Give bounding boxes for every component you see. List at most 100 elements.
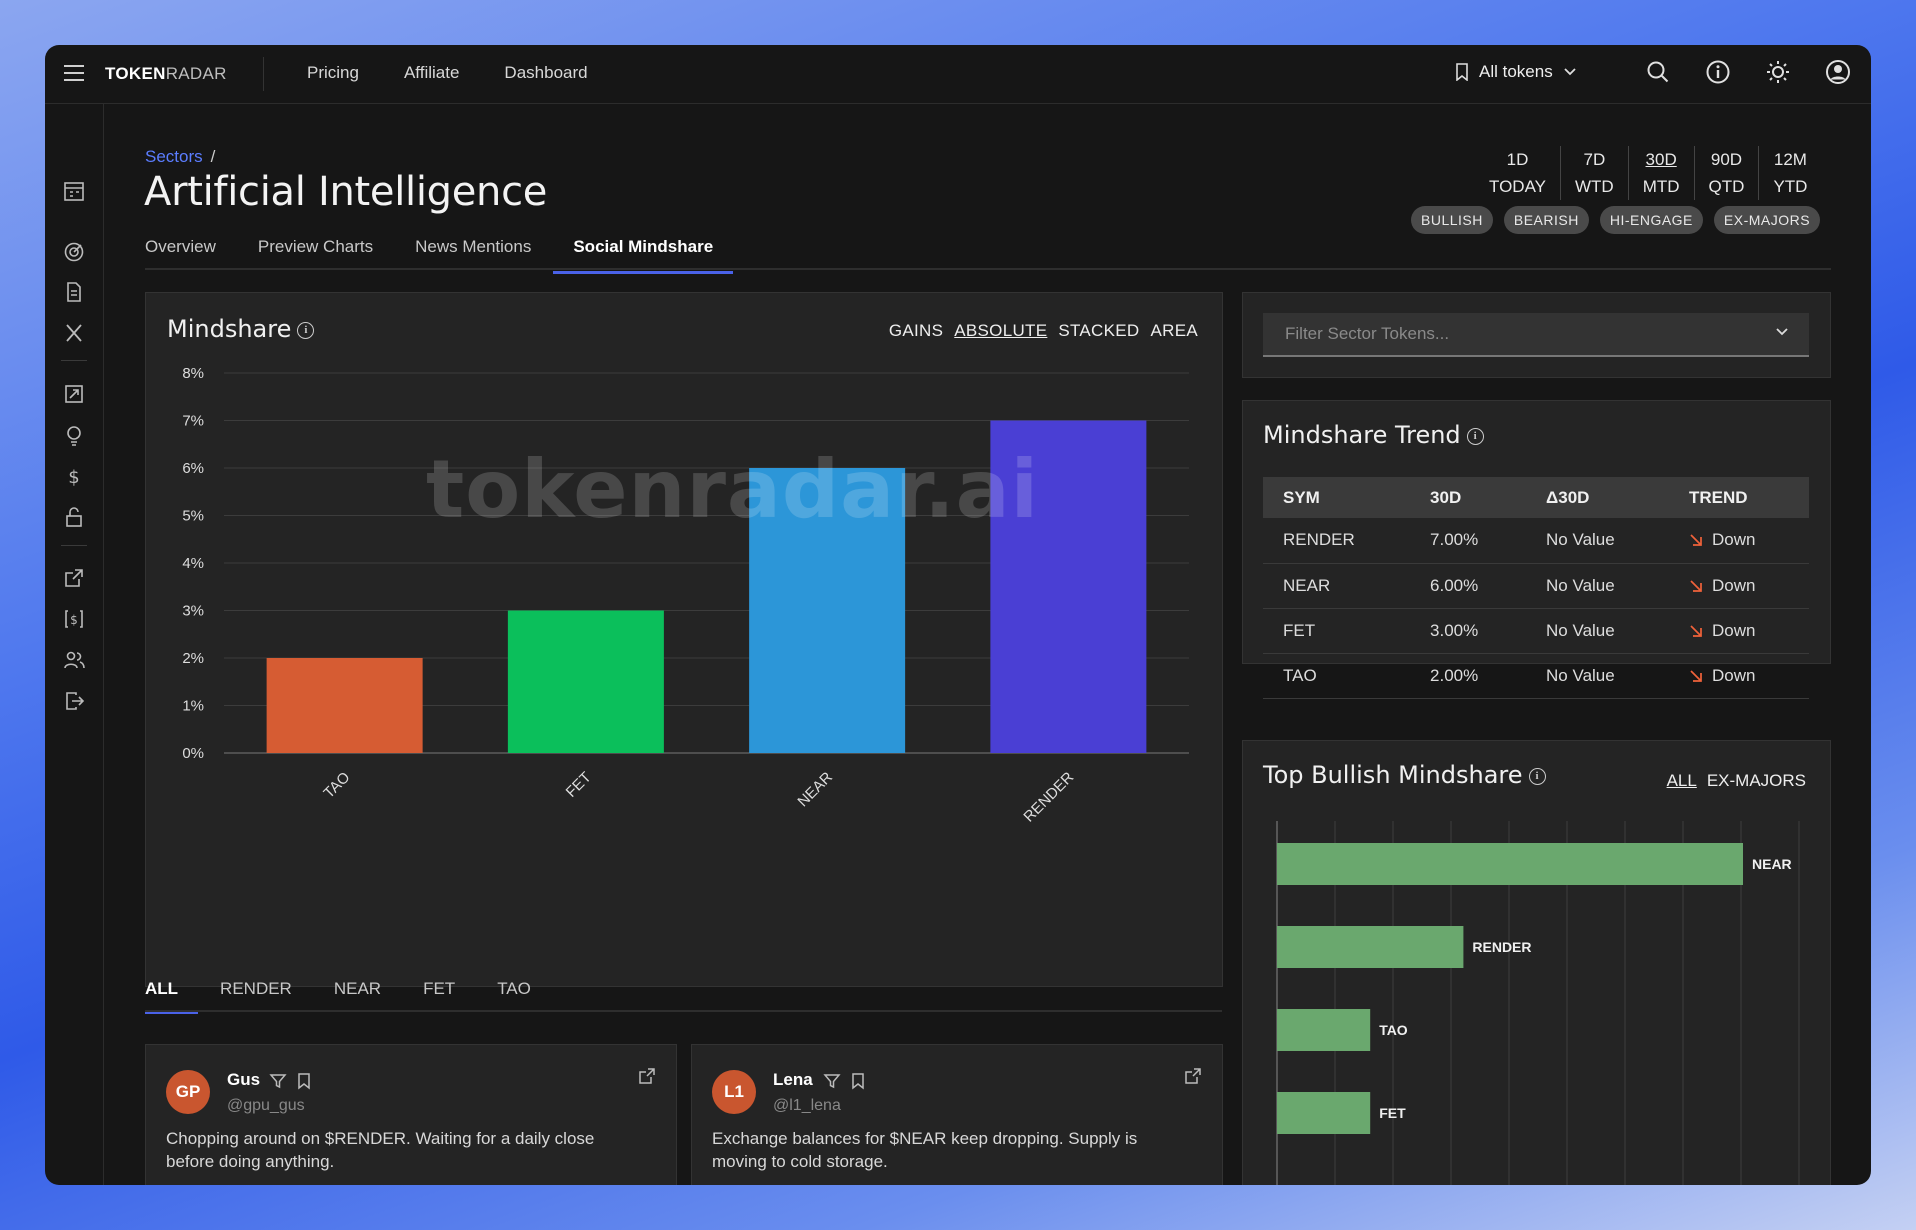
filter-icon[interactable] (823, 1072, 841, 1090)
period-30d[interactable]: 30D MTD (1627, 146, 1694, 200)
filter-icon[interactable] (269, 1072, 287, 1090)
y-tick-label: 7% (182, 413, 204, 430)
table-row[interactable]: TAO 2.00% No Value Down (1263, 653, 1809, 699)
mode-area[interactable]: AREA (1151, 321, 1199, 341)
x-tick-label: RENDER (1020, 769, 1077, 826)
trend-label: Down (1711, 530, 1756, 550)
table-row[interactable]: NEAR 6.00% No Value Down (1263, 563, 1809, 609)
feed-tab-fet[interactable]: FET (423, 979, 455, 1014)
mode-stacked[interactable]: STACKED (1058, 321, 1139, 341)
feed-tab-near[interactable]: NEAR (334, 979, 381, 1014)
filter-placeholder: Filter Sector Tokens... (1285, 324, 1450, 343)
theme-sun-icon[interactable] (1765, 59, 1791, 85)
filter-pills: BULLISH BEARISH HI-ENGAGE EX-MAJORS (1411, 206, 1821, 234)
y-tick-label: 5% (182, 508, 204, 525)
pill-bearish[interactable]: BEARISH (1503, 206, 1589, 234)
nav-affiliate[interactable]: Affiliate (404, 63, 459, 83)
y-tick-label: 8% (182, 365, 204, 382)
external-link-icon[interactable] (63, 567, 85, 589)
period-7d[interactable]: 7D WTD (1560, 146, 1628, 200)
external-link-icon[interactable] (1184, 1067, 1202, 1085)
breadcrumb-sectors[interactable]: Sectors (145, 147, 203, 166)
post-author[interactable]: Gus (227, 1070, 260, 1090)
hbar-render[interactable] (1277, 926, 1464, 968)
external-link-icon[interactable] (638, 1067, 656, 1085)
filter-panel: Filter Sector Tokens... (1242, 292, 1831, 378)
cell-30d: 7.00% (1410, 518, 1527, 564)
col-trend[interactable]: TREND (1668, 477, 1809, 518)
toggle-ex-majors[interactable]: EX-MAJORS (1707, 771, 1806, 791)
nav-dashboard[interactable]: Dashboard (504, 63, 587, 83)
cell-30d: 3.00% (1410, 608, 1527, 654)
table-row[interactable]: FET 3.00% No Value Down (1263, 608, 1809, 654)
feed-tab-render[interactable]: RENDER (220, 979, 292, 1014)
y-tick-label: 2% (182, 650, 204, 667)
toggle-all[interactable]: ALL (1667, 771, 1697, 791)
table-row[interactable]: RENDER 7.00% No Value Down (1263, 518, 1809, 564)
feed-divider (145, 1010, 1222, 1012)
pill-hi-engage[interactable]: HI-ENGAGE (1599, 206, 1703, 234)
cell-trend: Down (1668, 608, 1809, 654)
top-nav: Pricing Affiliate Dashboard (307, 63, 588, 83)
post-handle[interactable]: @l1_lena (773, 1097, 841, 1115)
bar-near[interactable] (749, 468, 906, 753)
bookmark-icon[interactable] (849, 1072, 867, 1090)
pill-bullish[interactable]: BULLISH (1411, 206, 1493, 234)
filter-sector-tokens-dropdown[interactable]: Filter Sector Tokens... (1263, 313, 1809, 357)
bar-render[interactable] (990, 420, 1147, 754)
cell-delta: No Value (1526, 563, 1669, 609)
users-icon[interactable] (63, 649, 85, 671)
feed-tab-tao[interactable]: TAO (497, 979, 531, 1014)
svg-text:$: $ (68, 467, 79, 487)
pricing-icon[interactable]: $ (63, 608, 85, 630)
bar-tao[interactable] (266, 658, 423, 753)
col-delta-30d[interactable]: Δ30D (1526, 477, 1669, 518)
info-icon[interactable]: i (1466, 427, 1484, 445)
period-12m[interactable]: 12M YTD (1758, 146, 1821, 200)
search-icon[interactable] (1645, 59, 1671, 85)
hbar-fet[interactable] (1277, 1092, 1371, 1134)
avatar[interactable]: GP (166, 1070, 210, 1114)
hbar-near[interactable] (1277, 843, 1743, 885)
bullish-toggle: ALL EX-MAJORS (1667, 771, 1806, 791)
avatar[interactable]: L1 (712, 1070, 756, 1114)
radar-icon[interactable] (63, 241, 85, 263)
feed-tab-all[interactable]: ALL (145, 979, 199, 1014)
expand-icon[interactable] (63, 383, 85, 405)
lightbulb-icon[interactable] (63, 424, 85, 446)
calendar-icon[interactable] (63, 180, 85, 202)
x-tick-label: FET (563, 769, 595, 801)
info-icon[interactable]: i (297, 321, 315, 339)
top-bar: TOKENRADAR Pricing Affiliate Dashboard A… (45, 45, 1871, 104)
breadcrumb: Sectors / (145, 147, 215, 167)
brand-logo[interactable]: TOKENRADAR (105, 64, 227, 84)
col-sym[interactable]: SYM (1263, 477, 1411, 518)
col-30d[interactable]: 30D (1410, 477, 1527, 518)
unlock-icon[interactable] (63, 506, 85, 528)
bookmark-icon[interactable] (295, 1072, 313, 1090)
x-twitter-icon[interactable] (63, 322, 85, 344)
bar-label: TAO (1379, 1022, 1408, 1038)
logout-icon[interactable] (63, 690, 85, 712)
mode-absolute[interactable]: ABSOLUTE (954, 321, 1047, 341)
nav-pricing[interactable]: Pricing (307, 63, 359, 83)
info-icon[interactable]: i (1528, 767, 1546, 785)
user-account-icon[interactable] (1825, 59, 1851, 85)
pill-ex-majors[interactable]: EX-MAJORS (1713, 206, 1821, 234)
token-select[interactable]: All tokens (1455, 62, 1577, 82)
mode-gains[interactable]: GAINS (889, 321, 943, 341)
menu-icon[interactable] (64, 65, 84, 81)
dollar-icon[interactable]: $ (63, 465, 85, 487)
post-card: GP Gus @gpu_gus Chopping around on $REND… (145, 1044, 677, 1185)
period-90d[interactable]: 90D QTD (1693, 146, 1759, 200)
post-author[interactable]: Lena (773, 1070, 813, 1090)
post-handle[interactable]: @gpu_gus (227, 1097, 305, 1115)
post-card: L1 Lena @l1_lena Exchange balances for $… (691, 1044, 1223, 1185)
bar-fet[interactable] (507, 610, 664, 754)
document-icon[interactable] (63, 281, 85, 303)
info-icon[interactable] (1705, 59, 1731, 85)
hbar-tao[interactable] (1277, 1009, 1371, 1051)
arrow-down-right-icon (1690, 534, 1702, 547)
post-text: Exchange balances for $NEAR keep droppin… (712, 1129, 1138, 1171)
period-1d[interactable]: 1D TODAY (1475, 146, 1560, 200)
